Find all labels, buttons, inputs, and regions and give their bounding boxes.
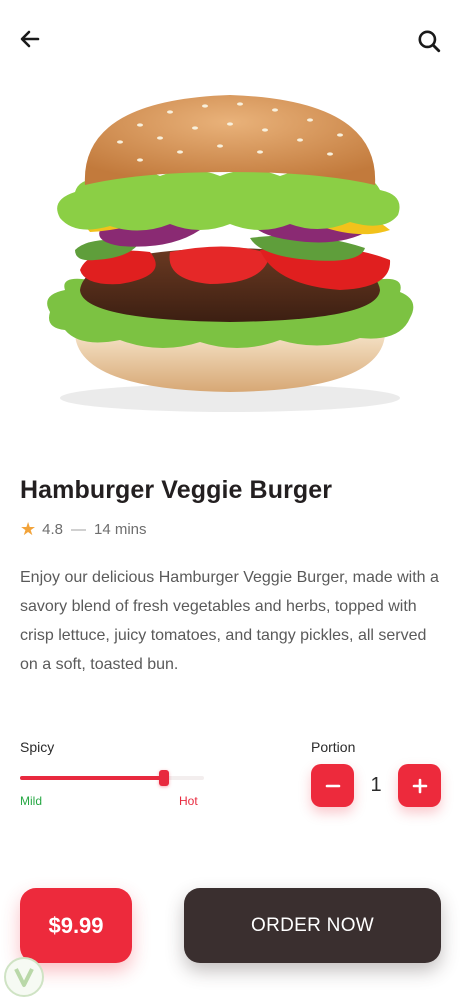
product-title: Hamburger Veggie Burger — [20, 476, 333, 504]
slider-thumb[interactable] — [158, 770, 169, 786]
product-meta: ★ 4.8 — 14 mins — [20, 520, 147, 538]
star-icon: ★ — [20, 519, 37, 539]
spicy-min-label: Mild — [20, 794, 43, 808]
plus-icon — [412, 778, 427, 793]
increase-portion-button[interactable] — [398, 764, 441, 807]
spicy-max-label: Hot — [179, 794, 198, 808]
burger-image — [20, 80, 441, 430]
portion-label: Portion — [311, 739, 356, 755]
product-description: Enjoy our delicious Hamburger Veggie Bur… — [20, 569, 439, 673]
arrow-left-icon — [20, 30, 40, 48]
spicy-label: Spicy — [20, 739, 55, 755]
prep-time: 14 mins — [94, 520, 147, 538]
rating-value: 4.8 — [42, 520, 63, 538]
top-bar — [0, 0, 461, 80]
minus-icon — [325, 784, 340, 787]
slider-fill — [20, 776, 164, 780]
back-button[interactable] — [12, 21, 48, 57]
search-button[interactable] — [411, 23, 447, 59]
spicy-slider[interactable] — [20, 770, 204, 786]
search-icon — [418, 30, 441, 53]
watermark-badge-icon — [2, 955, 46, 999]
portion-quantity: 1 — [370, 774, 382, 796]
meta-separator: — — [71, 520, 86, 538]
order-now-button[interactable]: ORDER NOW — [184, 888, 441, 963]
price-button[interactable]: $9.99 — [20, 888, 132, 963]
decrease-portion-button[interactable] — [311, 764, 354, 807]
